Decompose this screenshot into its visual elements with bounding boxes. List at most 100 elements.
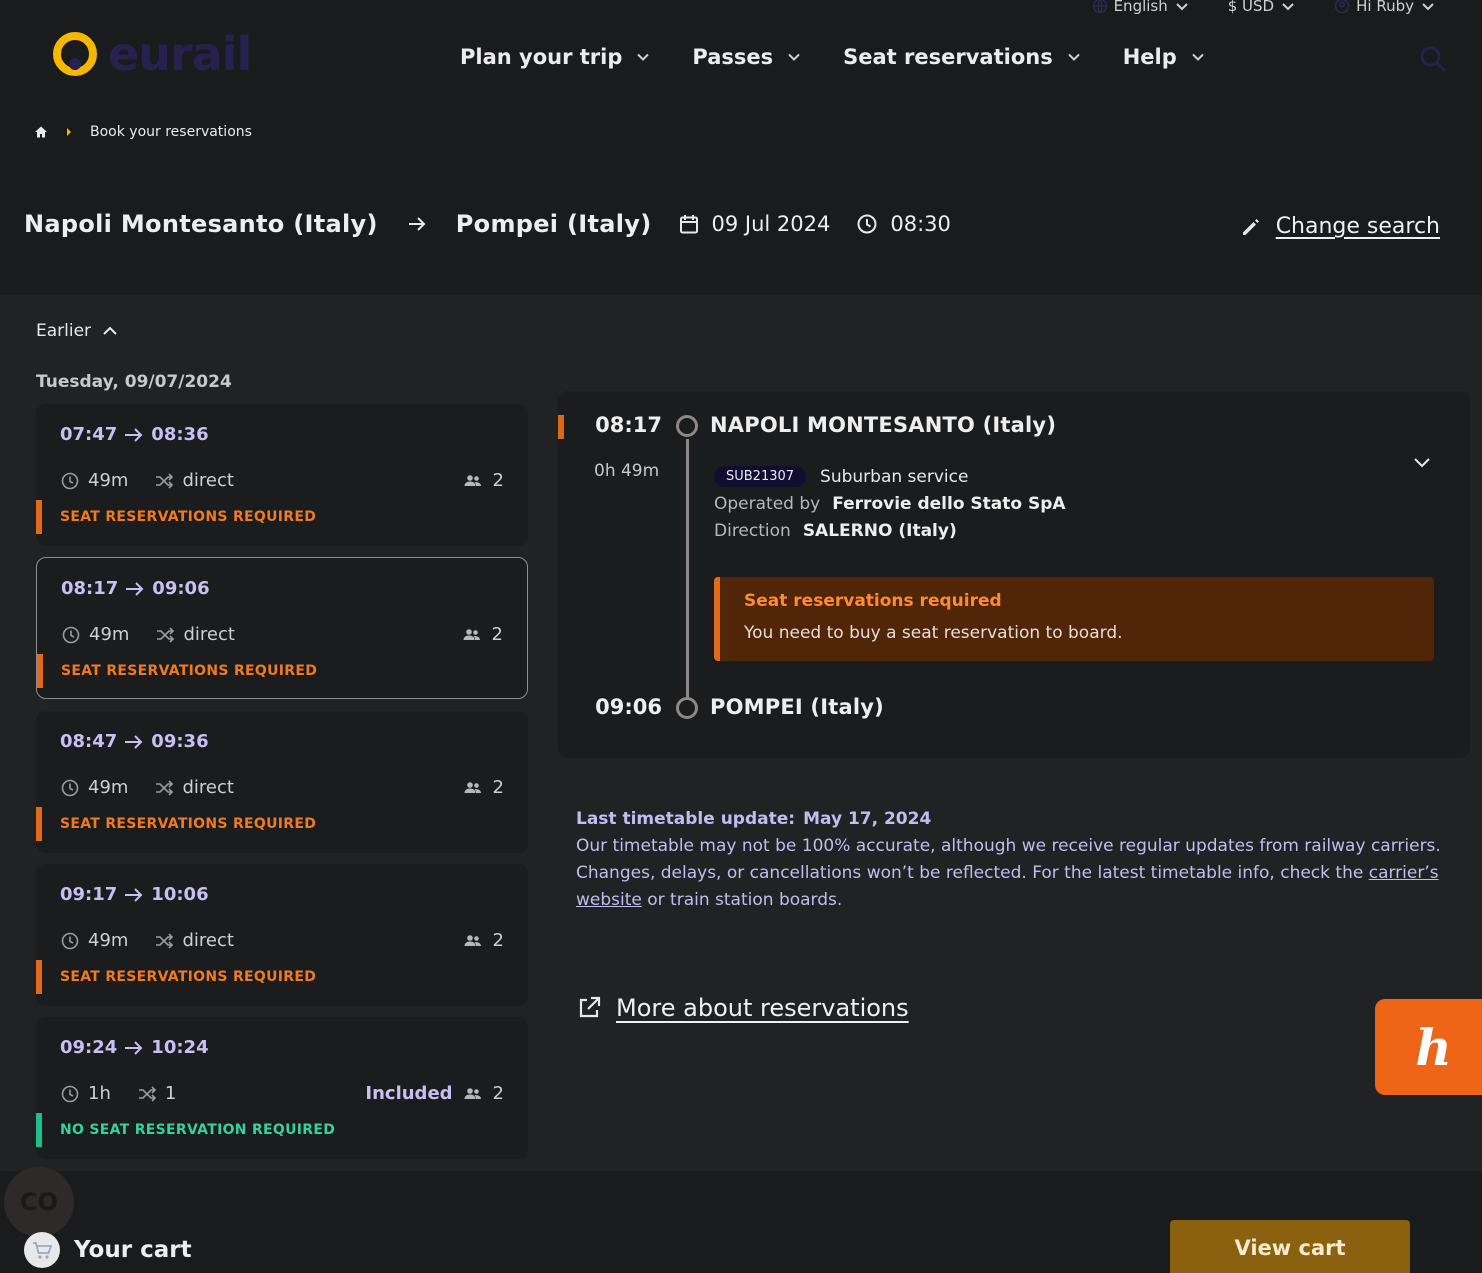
search-time: 08:30 xyxy=(856,212,951,236)
depart-time: 08:17 xyxy=(61,578,119,599)
language-selector[interactable]: English xyxy=(1092,0,1190,16)
passengers-icon xyxy=(464,1087,481,1099)
origin-station: Napoli Montesanto (Italy) xyxy=(24,210,378,238)
arrow-right-icon xyxy=(126,581,144,596)
journey-meta: 49m direct xyxy=(60,470,234,491)
nav-label: Help xyxy=(1122,45,1177,69)
nav-passes[interactable]: Passes xyxy=(692,45,801,69)
journey-duration: 49m xyxy=(88,470,129,491)
nav-help[interactable]: Help xyxy=(1123,45,1205,69)
journey-detail-panel: 08:17 NAPOLI MONTESANTO (Italy) 0h 49m S… xyxy=(558,391,1470,758)
date-value: 09 Jul 2024 xyxy=(711,212,831,236)
clock-icon xyxy=(61,1085,79,1102)
time-value: 08:30 xyxy=(890,212,951,236)
home-icon[interactable] xyxy=(34,125,48,139)
honey-extension-button[interactable]: h xyxy=(1375,999,1482,1095)
nav-seat-reservations[interactable]: Seat reservations xyxy=(843,45,1081,69)
alert-title: Seat reservations required xyxy=(744,591,1002,611)
timetable-update-date: May 17, 2024 xyxy=(803,809,932,829)
passenger-count: 2 xyxy=(492,930,504,951)
reservation-status-badge: SEAT RESERVATIONS REQUIRED xyxy=(36,807,316,841)
journey-card[interactable]: 09:17 10:06 49m direct 2 SEAT RESERVATIONS RE… xyxy=(36,864,528,1006)
operator-label: Operated by xyxy=(714,493,821,514)
breadcrumb: Book your reservations xyxy=(34,124,252,140)
search-summary: Napoli Montesanto (Italy) Pompei (Italy)… xyxy=(24,210,951,238)
journey-times: 09:24 10:24 xyxy=(60,1037,209,1058)
timetable-note: Last timetable update: May 17, 2024 Our t… xyxy=(576,806,1456,914)
nav-label: Passes xyxy=(692,45,774,69)
arrival-time: 09:06 xyxy=(595,695,662,719)
arrive-time: 08:36 xyxy=(151,424,209,445)
change-search-label: Change search xyxy=(1275,214,1440,239)
user-icon xyxy=(1334,0,1350,14)
reservation-alert: Seat reservations required You need to b… xyxy=(714,577,1434,661)
account-menu[interactable]: Hi Ruby xyxy=(1334,0,1436,16)
journey-duration: 1h xyxy=(88,1083,111,1104)
departure-stop-dot xyxy=(676,415,698,437)
destination-station: Pompei (Italy) xyxy=(455,210,652,238)
pass-included: Included xyxy=(365,1083,453,1104)
journey-passengers: 2 xyxy=(463,777,504,798)
shuffle-icon xyxy=(156,472,174,489)
nav-plan-your-trip[interactable]: Plan your trip xyxy=(460,45,650,69)
passengers-icon xyxy=(464,474,481,486)
your-cart[interactable]: Your cart xyxy=(24,1232,192,1268)
passenger-count: 2 xyxy=(491,624,503,645)
earlier-button[interactable]: Earlier xyxy=(36,321,119,341)
journey-card[interactable]: 08:17 09:06 49m direct 2 SEAT RESERVATIONS RE… xyxy=(36,557,528,699)
utility-bar: English $ USD Hi Ruby xyxy=(1092,0,1436,16)
shuffle-icon xyxy=(138,1085,157,1102)
train-info: SUB21307 Suburban service Operated by Fe… xyxy=(714,463,1066,544)
direction-value: SALERNO (Italy) xyxy=(802,520,957,541)
journey-card[interactable]: 08:47 09:36 49m direct 2 SEAT RESERVATIONS RE… xyxy=(36,711,528,853)
main-nav: Plan your trip Passes Seat reservations … xyxy=(460,45,1205,69)
arrow-right-icon xyxy=(125,887,143,902)
cart-label: Your cart xyxy=(74,1237,192,1263)
search-icon[interactable] xyxy=(1418,44,1448,74)
results-date-heading: Tuesday, 09/07/2024 xyxy=(36,372,232,392)
operator-value: Ferrovie dello Stato SpA xyxy=(832,493,1066,514)
journey-card[interactable]: 07:47 08:36 49m direct 2 SEAT RESERVATIONS RE… xyxy=(36,404,528,546)
logo-mark-icon xyxy=(53,32,97,76)
journey-card[interactable]: 09:24 10:24 1h 1 Included 2 NO SEAT RESERVATIO… xyxy=(36,1017,528,1159)
direction-label: Direction xyxy=(714,520,791,541)
currency-selector[interactable]: $ USD xyxy=(1228,0,1296,16)
arrive-time: 09:06 xyxy=(152,578,210,599)
train-code-badge: SUB21307 xyxy=(714,466,807,487)
passengers-icon xyxy=(464,934,481,946)
arrive-time: 09:36 xyxy=(151,731,209,752)
site-header: English $ USD Hi Ruby eurail Plan your t… xyxy=(0,0,1482,295)
disclaimer-text: Our timetable may not be 100% accurate, … xyxy=(576,836,1441,883)
nav-label: Seat reservations xyxy=(843,45,1053,69)
calendar-icon xyxy=(679,215,698,234)
chevron-up-icon xyxy=(103,326,117,335)
depart-time: 08:47 xyxy=(60,731,118,752)
view-cart-button[interactable]: View cart xyxy=(1170,1220,1410,1273)
departure-time: 08:17 xyxy=(595,413,662,437)
chevron-down-icon xyxy=(1176,3,1188,11)
journey-duration: 49m xyxy=(88,930,129,951)
journey-changes: direct xyxy=(182,777,234,798)
journey-meta: 49m direct xyxy=(60,777,234,798)
co-badge-button[interactable]: CO xyxy=(4,1167,74,1237)
cart-icon xyxy=(24,1232,60,1268)
timetable-update: Last timetable update: May 17, 2024 xyxy=(576,806,1456,833)
chevron-down-icon[interactable] xyxy=(1412,455,1432,471)
journey-passengers: 2 xyxy=(462,624,503,645)
disclaimer-text-end: or train station boards. xyxy=(641,890,843,910)
more-about-reservations-link[interactable]: More about reservations xyxy=(576,994,909,1022)
shuffle-icon xyxy=(156,932,174,949)
arrow-right-icon xyxy=(408,217,426,231)
timetable-disclaimer: Our timetable may not be 100% accurate, … xyxy=(576,833,1456,914)
pencil-icon xyxy=(1242,218,1259,235)
change-search-link[interactable]: Change search xyxy=(1240,214,1440,239)
arrival-station: POMPEI (Italy) xyxy=(710,695,884,719)
arrive-time: 10:06 xyxy=(151,884,209,905)
timetable-update-label: Last timetable update: xyxy=(576,809,796,829)
journey-passengers: 2 xyxy=(463,930,504,951)
eurail-logo[interactable]: eurail xyxy=(50,27,252,81)
passenger-count: 2 xyxy=(492,1083,504,1104)
logo-text: eurail xyxy=(108,27,252,81)
reservation-status-badge: SEAT RESERVATIONS REQUIRED xyxy=(36,500,316,534)
passengers-icon xyxy=(463,628,480,640)
